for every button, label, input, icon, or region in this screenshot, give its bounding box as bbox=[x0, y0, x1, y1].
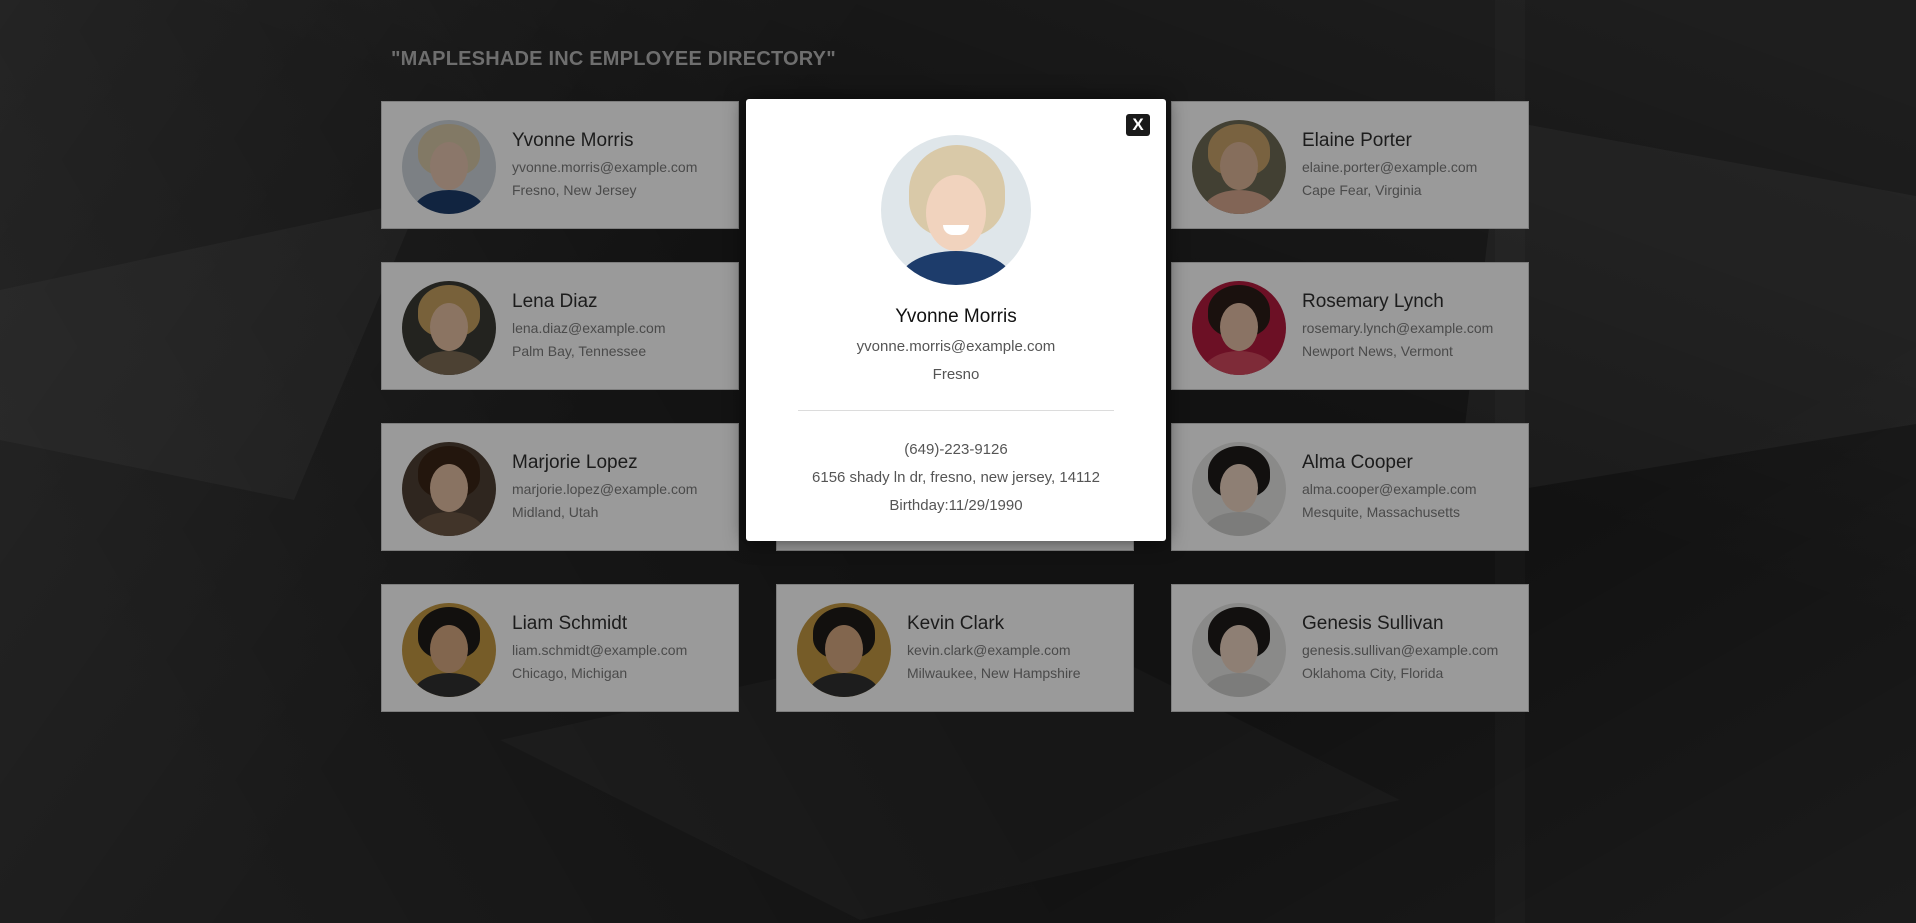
employee-detail-modal: X Yvonne Morris yvonne.morris@example.co… bbox=[746, 99, 1166, 541]
modal-employee-birthday: Birthday:11/29/1990 bbox=[889, 497, 1023, 514]
modal-employee-city: Fresno bbox=[932, 366, 980, 383]
modal-employee-address: 6156 shady ln dr, fresno, new jersey, 14… bbox=[812, 469, 1100, 486]
modal-employee-phone: (649)-223-9126 bbox=[904, 441, 1008, 458]
modal-avatar bbox=[881, 135, 1031, 285]
close-button[interactable]: X bbox=[1126, 114, 1150, 136]
modal-employee-name: Yvonne Morris bbox=[895, 306, 1017, 327]
modal-divider bbox=[798, 410, 1114, 411]
modal-employee-email: yvonne.morris@example.com bbox=[856, 338, 1056, 355]
